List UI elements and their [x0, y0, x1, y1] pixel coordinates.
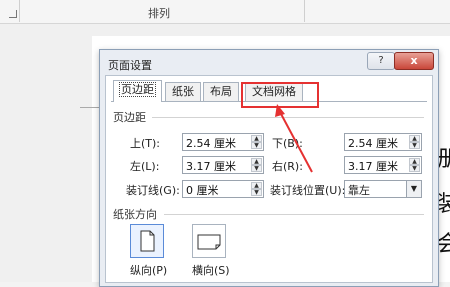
margins-section-label: 页边距 — [113, 111, 146, 124]
spin-arrows[interactable]: ▲ ▼ — [409, 135, 420, 149]
top-margin-field[interactable]: 2.54 厘米 ▲ ▼ — [182, 133, 264, 151]
highlight-box — [241, 82, 319, 108]
portrait-label[interactable]: 纵向(P) — [130, 262, 167, 278]
right-margin-label: 右(R): — [272, 160, 303, 173]
tab-margins[interactable]: 页边距 — [113, 80, 162, 102]
section-divider — [152, 117, 424, 118]
spin-up-icon[interactable]: ▲ — [251, 135, 262, 142]
landscape-icon — [197, 234, 221, 250]
chevron-down-icon[interactable]: ▼ — [406, 181, 421, 197]
right-margin-field[interactable]: 3.17 厘米 ▲ ▼ — [344, 156, 422, 174]
spin-arrows[interactable]: ▲ ▼ — [251, 158, 262, 172]
help-button[interactable]: ? — [367, 52, 395, 70]
tab-layout[interactable]: 布局 — [203, 82, 239, 101]
close-button[interactable]: x — [394, 52, 434, 70]
gutter-field[interactable]: 0 厘米 ▲ ▼ — [182, 180, 264, 198]
spin-up-icon[interactable]: ▲ — [251, 158, 262, 165]
bottom-margin-value: 2.54 厘米 — [348, 137, 398, 150]
dialog-body: 页边距 纸张 布局 文档网格 页边距 上(T): 2.54 厘米 ▲ ▼ 下(B)… — [105, 75, 433, 283]
ribbon-group-label: 排列 — [148, 7, 170, 20]
left-margin-label: 左(L): — [130, 160, 160, 173]
ribbon-separator — [19, 0, 20, 22]
dialog-title: 页面设置 — [108, 59, 152, 72]
dialog-launcher-icon[interactable] — [9, 10, 17, 18]
spin-down-icon[interactable]: ▼ — [409, 142, 420, 149]
left-margin-field[interactable]: 3.17 厘米 ▲ ▼ — [182, 156, 264, 174]
left-margin-value: 3.17 厘米 — [186, 160, 236, 173]
spin-down-icon[interactable]: ▼ — [251, 142, 262, 149]
gutter-value: 0 厘米 — [186, 184, 219, 197]
spin-arrows[interactable]: ▲ ▼ — [251, 182, 262, 196]
bottom-margin-label: 下(B): — [272, 137, 303, 150]
spin-down-icon[interactable]: ▼ — [251, 165, 262, 172]
spin-down-icon[interactable]: ▼ — [251, 189, 262, 196]
gutter-label: 装订线(G): — [126, 184, 180, 197]
spin-up-icon[interactable]: ▲ — [409, 158, 420, 165]
spin-down-icon[interactable]: ▼ — [409, 165, 420, 172]
top-margin-value: 2.54 厘米 — [186, 137, 236, 150]
spin-up-icon[interactable]: ▲ — [409, 135, 420, 142]
gutter-position-value: 靠左 — [348, 184, 370, 197]
orientation-section-label: 纸张方向 — [113, 208, 157, 221]
section-divider — [164, 214, 424, 215]
bottom-margin-field[interactable]: 2.54 厘米 ▲ ▼ — [344, 133, 422, 151]
page-setup-dialog: 页面设置 ? x 页边距 纸张 布局 文档网格 页边距 上(T): 2.54 厘… — [99, 49, 439, 287]
ribbon: 排列 — [0, 0, 450, 24]
portrait-option[interactable] — [130, 224, 164, 258]
tab-paper[interactable]: 纸张 — [165, 82, 201, 101]
margin-guide — [80, 107, 100, 108]
gutter-position-label: 装订线位置(U): — [270, 184, 346, 197]
landscape-label[interactable]: 横向(S) — [192, 262, 230, 278]
spin-arrows[interactable]: ▲ ▼ — [409, 158, 420, 172]
top-margin-label: 上(T): — [130, 137, 161, 150]
right-margin-value: 3.17 厘米 — [348, 160, 398, 173]
spin-arrows[interactable]: ▲ ▼ — [251, 135, 262, 149]
spin-up-icon[interactable]: ▲ — [251, 182, 262, 189]
portrait-icon — [140, 230, 155, 252]
ribbon-separator — [304, 0, 305, 22]
landscape-option[interactable] — [192, 224, 226, 258]
gutter-position-select[interactable]: 靠左 ▼ — [344, 180, 422, 198]
